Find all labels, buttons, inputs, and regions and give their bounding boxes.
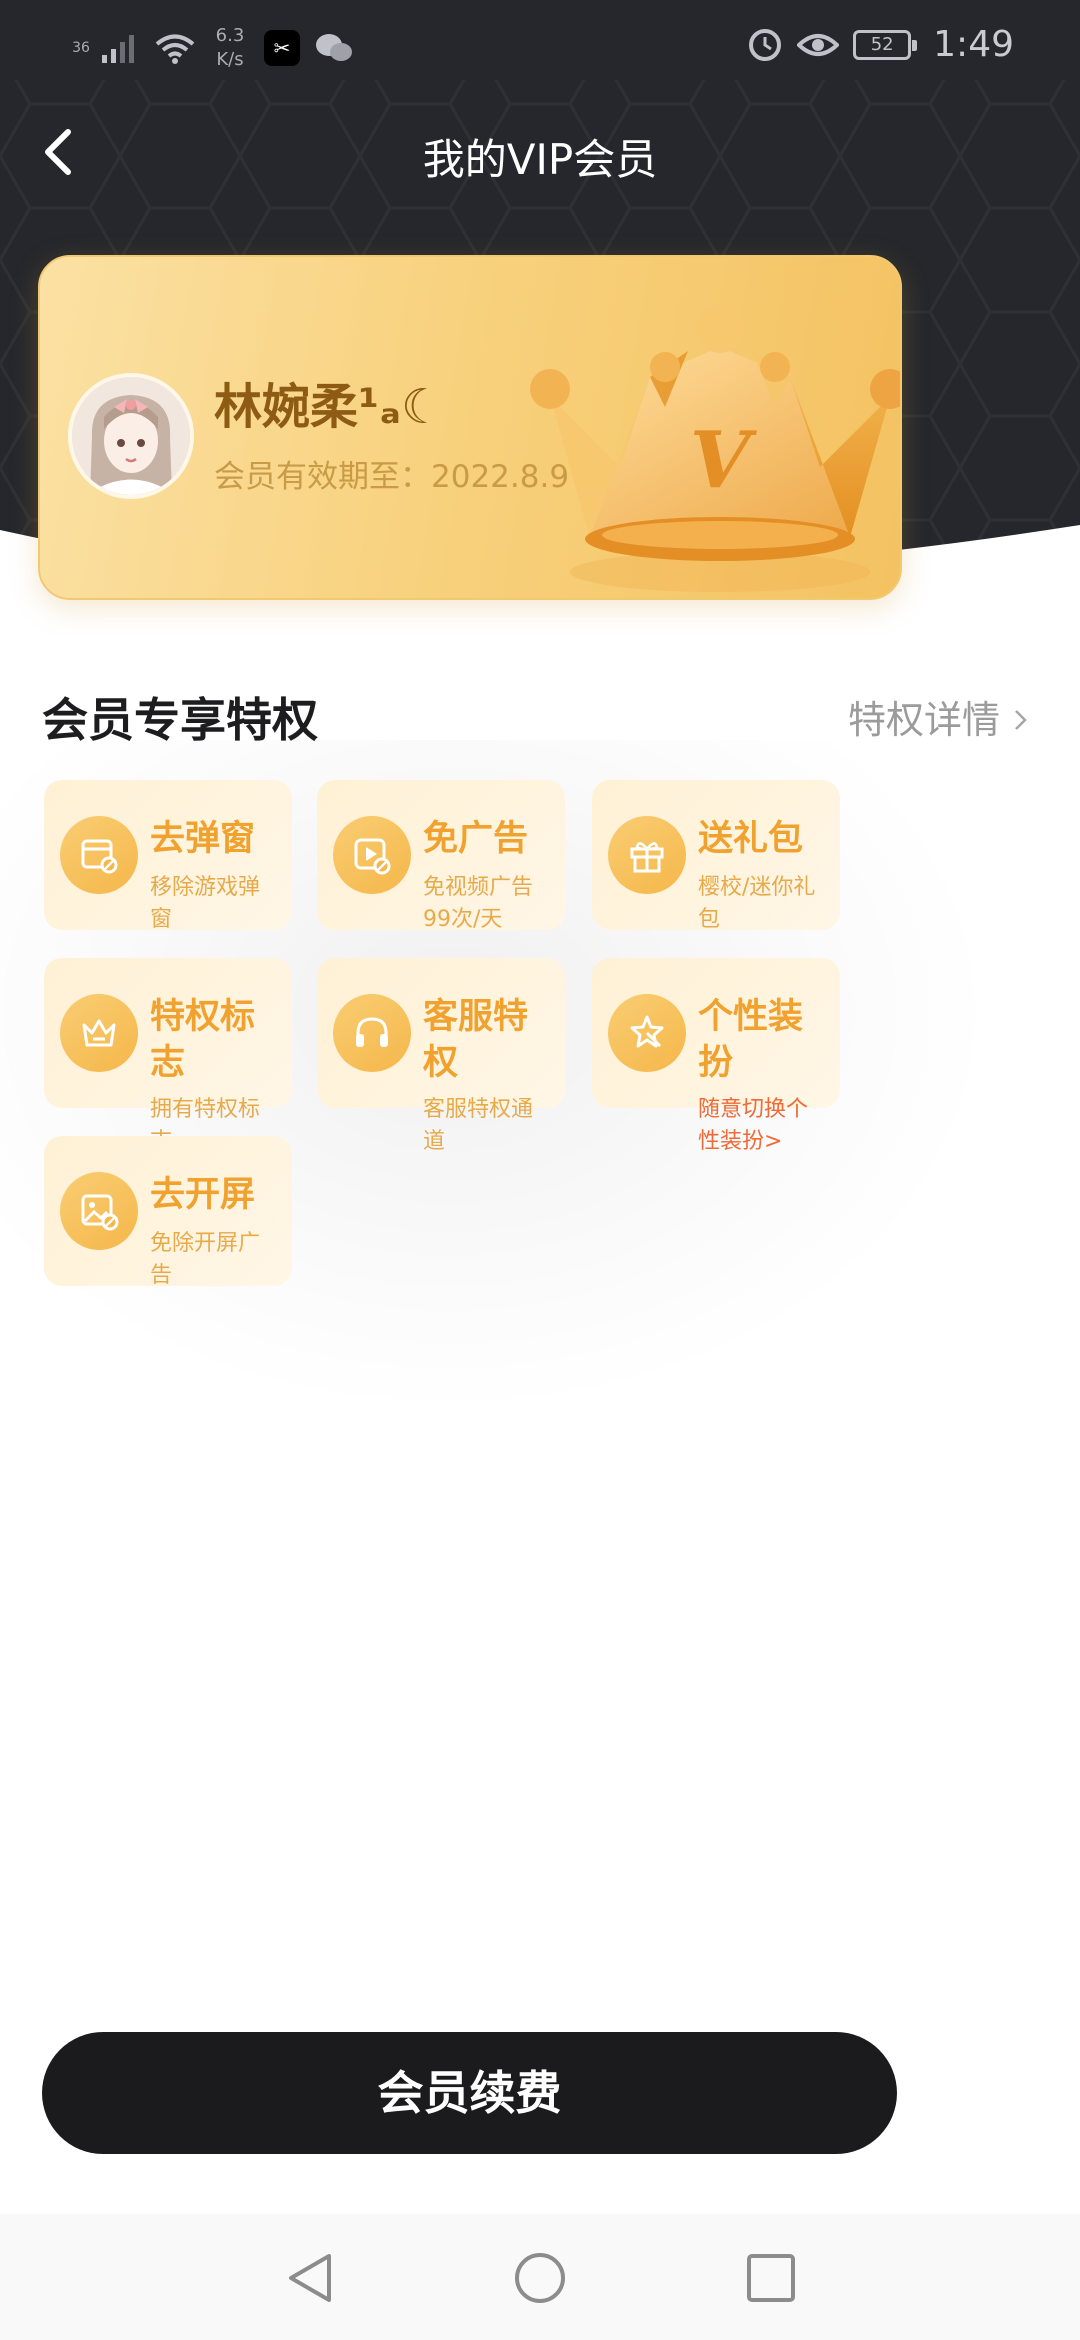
clock: 1:49 [933,24,1014,65]
gift-icon [608,816,686,894]
avatar-image [72,377,190,495]
recents-square-icon[interactable] [743,2250,799,2306]
back-triangle-icon[interactable] [283,2250,339,2306]
privilege-desc: 免除开屏广告 [150,1231,261,1288]
alarm-icon [749,28,782,61]
splash-image-icon [60,1172,138,1250]
privilege-tile-support[interactable]: 客服特权 客服特权通道 [317,958,565,1154]
wechat-icon [316,34,352,61]
privilege-desc: 樱校/迷你礼包 [698,875,816,932]
play-icon [333,816,411,894]
net-speed-unit: K/s [216,49,244,70]
privilege-title: 特权标志 [150,997,256,1083]
privilege-tile-popup[interactable]: 去弹窗 移除游戏弹窗 [44,780,292,932]
battery-indicator: 52 [853,29,918,60]
net-speed: 6.3 K/s [210,24,250,72]
status-bar: 36 6.3 K/s ✂ 52 1:49 [0,0,1080,92]
home-circle-icon[interactable] [512,2250,568,2306]
privilege-title: 去弹窗 [150,819,256,859]
privilege-title: 个性装扮 [698,997,804,1083]
crown-icon: V [530,305,900,592]
privilege-tile-badge[interactable]: 特权标志 拥有特权标志 [44,958,292,1154]
capcut-icon: ✂ [264,30,300,66]
popup-icon [60,816,138,894]
chevron-right-icon [1015,710,1027,730]
expiry-label: 会员有效期至： [214,459,431,495]
eye-icon [797,33,840,56]
privilege-title: 客服特权 [423,997,529,1083]
privilege-desc: 客服特权通道 [423,1097,534,1154]
headset-icon [333,994,411,1072]
privilege-desc: 免视频广告99次/天 [423,875,534,932]
expiry-text: 会员有效期至：2022.8.9 [214,455,569,499]
system-navigation-bar [0,2214,1080,2340]
crown-badge-icon [60,994,138,1072]
renew-membership-button[interactable]: 会员续费 [42,2032,897,2154]
page-title: 我的VIP会员 [422,135,658,184]
vip-page: 36 6.3 K/s ✂ 52 1:49 我的VIP会员 V 林婉柔¹ₐ☾ 会员… [0,0,1080,2340]
vip-member-card: V 林婉柔¹ₐ☾ 会员有效期至：2022.8.9 [38,255,902,600]
privilege-title: 免广告 [423,819,529,859]
privilege-desc: 移除游戏弹窗 [150,875,261,932]
privilege-tile-costume[interactable]: 个性装扮 随意切换个性装扮> [592,958,840,1154]
signal-label: 36 [72,40,90,56]
avatar[interactable] [68,373,194,499]
user-name: 林婉柔¹ₐ☾ [214,379,445,435]
crown-letter: V [690,415,758,506]
privilege-desc[interactable]: 随意切换个性装扮> [698,1094,828,1158]
expiry-date: 2022.8.9 [431,459,570,495]
wifi-icon [155,34,195,64]
privilege-title: 送礼包 [698,819,804,859]
privilege-tile-no-ads[interactable]: 免广告 免视频广告99次/天 [317,780,565,932]
privilege-tile-gift[interactable]: 送礼包 樱校/迷你礼包 [592,780,840,932]
costume-icon [608,994,686,1072]
privilege-title: 去开屏 [150,1175,256,1215]
signal-icon [102,35,134,63]
privilege-tile-splash[interactable]: 去开屏 免除开屏广告 [44,1136,292,1288]
net-speed-value: 6.3 [215,25,245,46]
